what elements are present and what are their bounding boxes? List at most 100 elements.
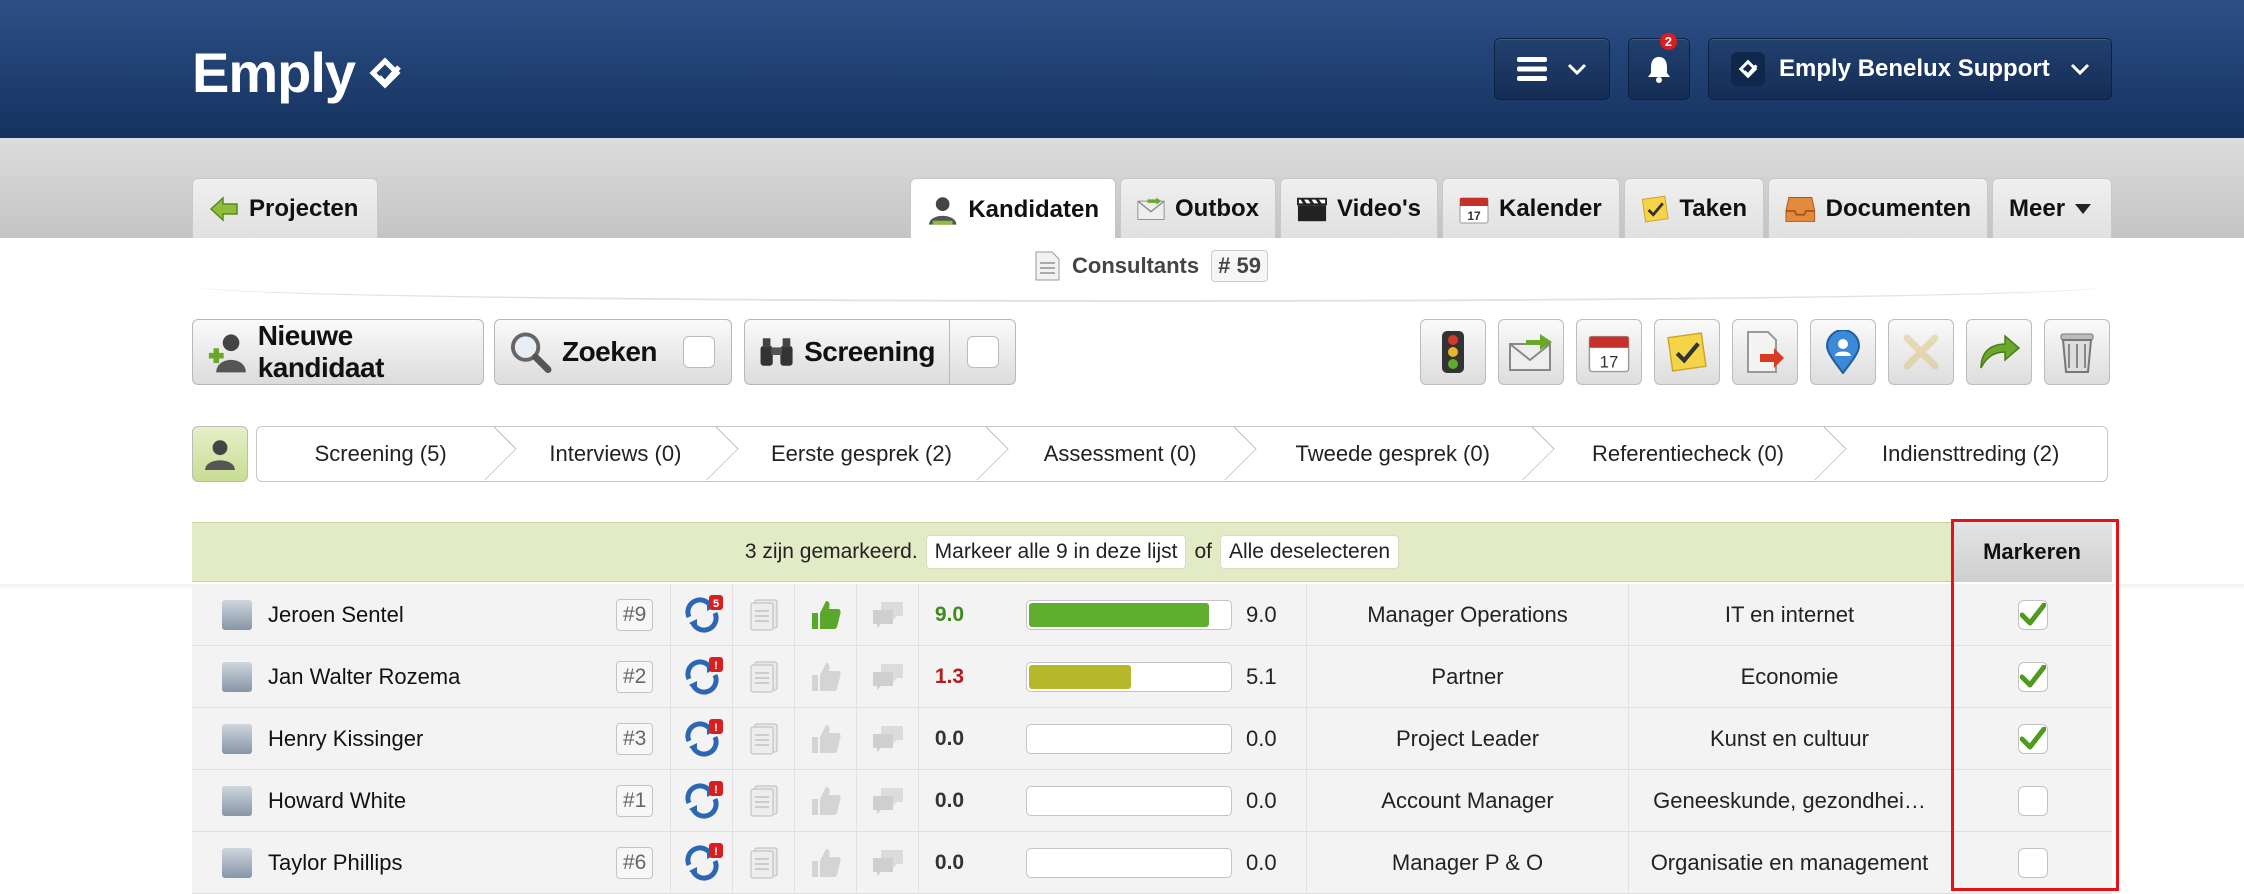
- candidate-row[interactable]: Jeroen Sentel #9 5 9.0 9.0 Manager Operations…: [192, 584, 2112, 646]
- selection-status: 3 zijn gemarkeerd.: [744, 540, 918, 563]
- documents-cell[interactable]: [732, 770, 794, 831]
- like-cell[interactable]: [794, 584, 856, 645]
- category-cell: IT en internet: [1628, 584, 1950, 645]
- candidate-name[interactable]: Jan Walter Rozema: [268, 646, 460, 707]
- candidate-row[interactable]: Jan Walter Rozema #2! 1.3 5.1 Partner Economi…: [192, 646, 2112, 708]
- bell-icon: [1648, 57, 1670, 83]
- projects-back-tab[interactable]: Projecten: [192, 178, 378, 238]
- comments-cell[interactable]: [856, 646, 918, 707]
- envelope-arrow-icon: [1509, 334, 1552, 371]
- calendar-button[interactable]: 17: [1576, 319, 1642, 385]
- stage-referentiecheck[interactable]: Referentiecheck (0): [1542, 427, 1835, 481]
- sync-status[interactable]: !: [670, 708, 732, 769]
- like-cell[interactable]: [794, 708, 856, 769]
- sync-status[interactable]: !: [670, 646, 732, 707]
- avatar[interactable]: [222, 600, 252, 630]
- tab-kandidaten[interactable]: Kandidaten: [910, 178, 1116, 240]
- select-all-link[interactable]: Markeer alle 9 in deze lijst: [925, 535, 1187, 569]
- tab-meer[interactable]: Meer: [1992, 178, 2112, 238]
- tab-kalender[interactable]: 17 Kalender: [1442, 178, 1620, 238]
- candidate-name[interactable]: Howard White: [268, 770, 406, 831]
- deselect-all-link[interactable]: Alle deselecteren: [1219, 535, 1400, 569]
- stage-tweede-gesprek[interactable]: Tweede gesprek (0): [1244, 427, 1542, 481]
- comments-cell[interactable]: [856, 584, 918, 645]
- search-button[interactable]: Zoeken: [494, 319, 672, 385]
- or-text: of: [1194, 540, 1212, 563]
- comments-cell[interactable]: [856, 770, 918, 831]
- like-cell[interactable]: [794, 770, 856, 831]
- task-icon: [1641, 195, 1669, 222]
- main-menu-button[interactable]: [1494, 38, 1610, 100]
- avatar[interactable]: [222, 786, 252, 816]
- projects-label: Projecten: [249, 194, 359, 222]
- sync-status[interactable]: !: [670, 832, 732, 893]
- documents-cell[interactable]: [732, 646, 794, 707]
- comments-cell[interactable]: [856, 832, 918, 893]
- stage-assessment[interactable]: Assessment (0): [996, 427, 1243, 481]
- rank-badge: #1: [616, 785, 654, 817]
- stage-eerste-gesprek[interactable]: Eerste gesprek (2): [726, 427, 996, 481]
- chat-bubbles-icon: [872, 601, 903, 628]
- tab-taken[interactable]: Taken: [1624, 178, 1764, 238]
- stage-interviews[interactable]: Interviews (0): [504, 427, 726, 481]
- avatar[interactable]: [222, 662, 252, 692]
- refresh-icon: !: [684, 656, 723, 695]
- logo-mark-icon: [369, 56, 401, 89]
- emply-logo[interactable]: Emply: [192, 40, 405, 105]
- function-cell: Manager Operations: [1306, 584, 1628, 645]
- thumbs-up-icon: [811, 724, 841, 753]
- sync-badge: !: [714, 660, 718, 672]
- documents-cell[interactable]: [732, 708, 794, 769]
- notifications-button[interactable]: 2: [1628, 33, 1690, 100]
- avatar[interactable]: [222, 848, 252, 878]
- stage-indiensttreding[interactable]: Indiensttreding (2): [1834, 427, 2107, 481]
- screening-checkbox[interactable]: [966, 336, 999, 368]
- sync-status[interactable]: !: [670, 770, 732, 831]
- candidate-row[interactable]: Henry Kissinger #3! 0.0 0.0 Project Leader Ku…: [192, 708, 2112, 770]
- stage-screening[interactable]: Screening (5): [257, 427, 504, 481]
- account-switcher-button[interactable]: Emply Benelux Support: [1708, 38, 2112, 100]
- candidate-row[interactable]: Taylor Phillips #6! 0.0 0.0 Manager P & O Org…: [192, 832, 2112, 894]
- tab-videos[interactable]: Video's: [1280, 178, 1438, 238]
- hamburger-icon: [1517, 57, 1547, 81]
- screening-toggle[interactable]: [950, 319, 1016, 385]
- export-button[interactable]: [1732, 319, 1798, 385]
- task-button[interactable]: [1654, 319, 1720, 385]
- rating-bar: [1026, 724, 1232, 754]
- all-stages-button[interactable]: [192, 426, 248, 482]
- sync-badge: !: [714, 784, 718, 796]
- candidate-name[interactable]: Taylor Phillips: [268, 832, 403, 893]
- candidate-row[interactable]: Howard White #1! 0.0 0.0 Account Manager Gene…: [192, 770, 2112, 832]
- rating-bar: [1026, 848, 1232, 878]
- like-cell[interactable]: [794, 832, 856, 893]
- search-toggle[interactable]: [666, 319, 732, 385]
- documents-cell[interactable]: [732, 584, 794, 645]
- comments-cell[interactable]: [856, 708, 918, 769]
- score-value: 9.0: [918, 584, 980, 645]
- screening-button[interactable]: Screening: [744, 319, 950, 385]
- like-cell[interactable]: [794, 646, 856, 707]
- delete-button[interactable]: [2044, 319, 2110, 385]
- svg-text:17: 17: [1467, 209, 1481, 223]
- stacked-documents-icon: [750, 847, 777, 878]
- search-checkbox[interactable]: [682, 336, 715, 368]
- score-value: 0.0: [918, 770, 980, 831]
- location-button[interactable]: [1810, 319, 1876, 385]
- tab-documenten[interactable]: Documenten: [1768, 178, 1988, 238]
- sync-status[interactable]: 5: [670, 584, 732, 645]
- documents-cell[interactable]: [732, 832, 794, 893]
- sync-badge: 5: [712, 598, 718, 610]
- traffic-light-button[interactable]: [1420, 319, 1486, 385]
- person-icon: [205, 440, 235, 470]
- candidate-name[interactable]: Jeroen Sentel: [268, 584, 404, 645]
- avatar[interactable]: [222, 724, 252, 754]
- reject-button-disabled[interactable]: [1888, 319, 1954, 385]
- new-candidate-button[interactable]: Nieuwe kandidaat: [192, 319, 484, 385]
- chat-bubbles-icon: [872, 725, 903, 752]
- sync-badge: !: [714, 722, 718, 734]
- tab-label: Outbox: [1175, 194, 1259, 222]
- tab-outbox[interactable]: Outbox: [1120, 178, 1276, 238]
- candidate-name[interactable]: Henry Kissinger: [268, 708, 423, 769]
- forward-button[interactable]: [1966, 319, 2032, 385]
- send-email-button[interactable]: [1498, 319, 1564, 385]
